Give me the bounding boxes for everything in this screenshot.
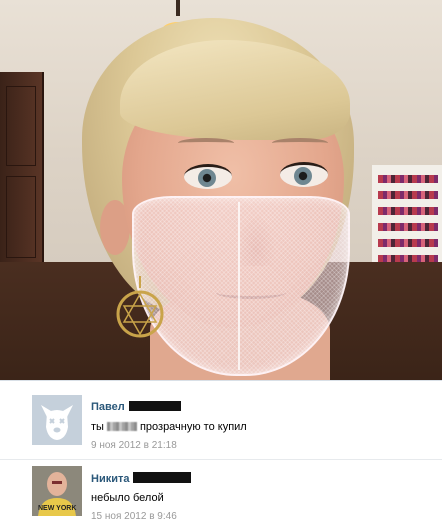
author-name[interactable]: Никита xyxy=(91,473,129,485)
dog-face-icon xyxy=(32,395,82,445)
left-eyebrow xyxy=(178,138,234,148)
mask-seam xyxy=(238,202,240,370)
author-name[interactable]: Павел xyxy=(91,401,125,413)
comment-timestamp[interactable]: 15 ноя 2012 в 9:46 xyxy=(91,511,177,521)
comment-item: NEW YORK Никита небыло белой 15 ноя 2012… xyxy=(0,459,442,521)
comment-timestamp[interactable]: 9 ноя 2012 в 21:18 xyxy=(91,440,177,451)
comment-text: небыло белой xyxy=(91,492,164,504)
dreamcatcher-earring-icon xyxy=(116,276,164,338)
comment-author[interactable]: Павел xyxy=(91,401,181,413)
right-eye xyxy=(280,162,328,187)
comment-text: ты прозрачную то купил xyxy=(91,421,247,433)
right-eyebrow xyxy=(272,138,328,148)
user-photo-avatar[interactable]: NEW YORK xyxy=(32,466,82,516)
comment-author[interactable]: Никита xyxy=(91,472,192,485)
default-dog-avatar-icon[interactable] xyxy=(32,395,82,445)
wood-cabinet xyxy=(0,72,44,272)
blurred-word xyxy=(106,422,137,431)
censor-bar xyxy=(133,472,192,483)
comments-section: Павел ты прозрачную то купил 9 ноя 2012 в… xyxy=(0,380,442,521)
comment-text-part: прозрачную то купил xyxy=(139,421,247,433)
selfie-photo xyxy=(0,0,442,380)
meme-page: Павел ты прозрачную то купил 9 ноя 2012 в… xyxy=(0,0,442,521)
comment-text-part: ты xyxy=(91,421,104,433)
left-eye xyxy=(184,164,232,189)
hair-bangs xyxy=(120,40,350,140)
shirt-text: NEW YORK xyxy=(38,505,77,512)
censor-bar xyxy=(128,401,181,411)
comment-item: Павел ты прозрачную то купил 9 ноя 2012 в… xyxy=(0,389,442,455)
